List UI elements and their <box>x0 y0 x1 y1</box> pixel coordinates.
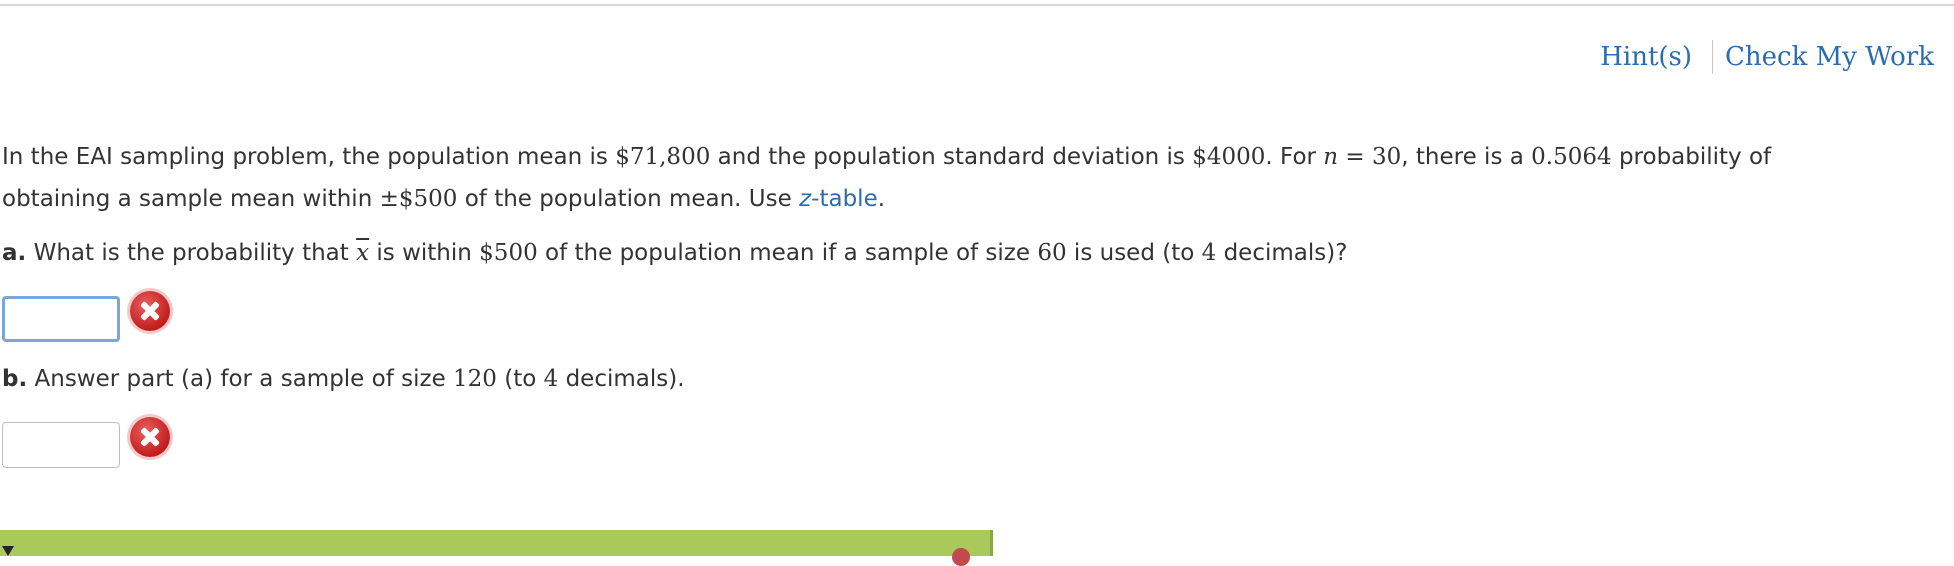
question-text: is within <box>369 240 480 266</box>
toolbar: Hint(s) Check My Work <box>1600 40 1934 74</box>
question-b: b. Answer part (a) for a sample of size … <box>2 358 685 400</box>
problem-text: . <box>877 186 886 212</box>
question-a-label: a. <box>2 240 27 266</box>
question-a-decimals: 4 <box>1201 240 1217 266</box>
top-divider <box>0 4 1954 6</box>
question-text: (to <box>496 366 544 392</box>
error-x-icon <box>130 417 170 457</box>
question-text: decimals)? <box>1216 240 1348 266</box>
z-table-link[interactable]: z-table <box>799 186 878 212</box>
question-a-amount: $500 <box>479 240 538 266</box>
question-a-size: 60 <box>1037 240 1067 266</box>
problem-text: In the EAI sampling problem, the populat… <box>2 144 616 170</box>
question-b-size: 120 <box>453 366 497 392</box>
problem-text: of the population mean. Use <box>457 186 800 212</box>
problem-line-1: In the EAI sampling problem, the populat… <box>2 136 1771 178</box>
close-icon[interactable] <box>952 548 970 566</box>
question-text: Answer part (a) for a sample of size <box>27 366 454 392</box>
answer-a-input[interactable] <box>2 296 120 342</box>
n-variable: n <box>1323 144 1339 170</box>
triangle-down-icon[interactable] <box>2 546 14 556</box>
question-text: What is the probability that <box>26 240 357 266</box>
toolbar-divider <box>1712 40 1714 74</box>
hints-link[interactable]: Hint(s) <box>1600 42 1692 72</box>
xbar-symbol: x <box>356 240 370 266</box>
question-b-label: b. <box>2 366 28 392</box>
answer-b-input[interactable] <box>2 422 120 468</box>
question-text: of the population mean if a sample of si… <box>537 240 1038 266</box>
question-b-decimals: 4 <box>543 366 559 392</box>
check-my-work-link[interactable]: Check My Work <box>1725 42 1934 72</box>
problem-text: , there is a <box>1401 144 1532 170</box>
question-text: is used (to <box>1066 240 1202 266</box>
population-sd: $4000 <box>1192 144 1266 170</box>
problem-text: obtaining a sample mean within <box>2 186 380 212</box>
population-mean: $71,800 <box>615 144 711 170</box>
problem-line-2: obtaining a sample mean within ±$500 of … <box>2 178 885 220</box>
given-probability: 0.5064 <box>1531 144 1612 170</box>
n-value: = 30 <box>1338 144 1402 170</box>
question-a: a. What is the probability that x is wit… <box>2 232 1347 274</box>
problem-text: probability of <box>1611 144 1772 170</box>
margin-amount: ±$500 <box>379 186 458 212</box>
problem-text: and the population standard deviation is <box>710 144 1193 170</box>
error-x-icon <box>130 291 170 331</box>
problem-text: . For <box>1265 144 1324 170</box>
feedback-bar[interactable] <box>0 530 993 566</box>
question-text: decimals). <box>558 366 685 392</box>
